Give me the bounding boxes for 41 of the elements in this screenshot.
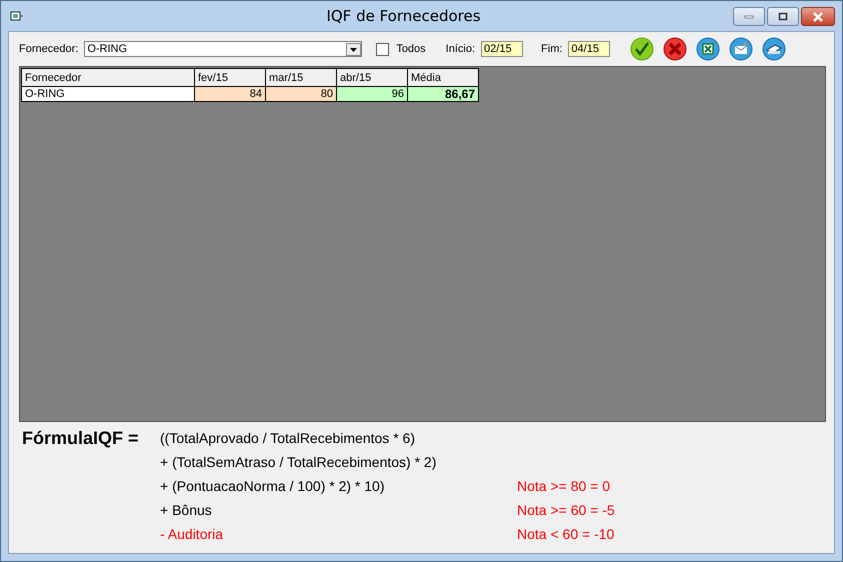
supplier-label: Fornecedor: xyxy=(19,43,78,55)
formula-line: ((TotalAprovado / TotalRecebimentos * 6) xyxy=(160,430,416,446)
all-checkbox[interactable] xyxy=(376,42,390,56)
grade-rule: Nota >= 80 = 0 xyxy=(517,478,612,494)
checkmark-button[interactable] xyxy=(630,37,654,61)
formula-line: + (TotalSemAtraso / TotalRecebimentos) * 2) xyxy=(160,454,438,470)
caret-icon xyxy=(346,42,362,56)
column-header[interactable]: Média xyxy=(408,68,478,86)
formula-line: + Bônus xyxy=(160,502,213,518)
formula-line: - Auditoria xyxy=(160,526,224,542)
close-icon xyxy=(812,12,824,22)
column-header[interactable]: fev/15 xyxy=(194,68,266,86)
envelope-button[interactable] xyxy=(729,37,754,61)
maximize-icon xyxy=(778,12,788,21)
table-cell: 86,67 xyxy=(408,86,478,102)
close-button[interactable] xyxy=(801,7,835,26)
supplier-dropdown[interactable]: O-RING xyxy=(84,41,362,57)
end-field[interactable]: 04/15 xyxy=(568,41,610,57)
grade-rule: Nota < 60 = -10 xyxy=(517,526,616,542)
app-icon xyxy=(10,10,24,22)
grade-rule: Nota >= 60 = -5 xyxy=(517,502,616,518)
spreadsheet-button[interactable] xyxy=(696,37,720,61)
all-label: Todos xyxy=(396,43,426,55)
end-label: Fim: xyxy=(541,43,562,55)
table-cell: 84 xyxy=(194,86,266,102)
formula-line: + (PontuacaoNorma / 100) * 2) * 10) xyxy=(160,478,386,494)
window-title: IQF de Fornecedores xyxy=(325,7,482,25)
table-cell: O-RING xyxy=(22,86,194,102)
start-field[interactable]: 02/15 xyxy=(481,41,524,57)
column-header[interactable]: abr/15 xyxy=(336,68,408,86)
minimize-icon xyxy=(744,14,754,18)
table-cell: 96 xyxy=(336,86,408,102)
table-cell: 80 xyxy=(266,86,336,102)
column-header[interactable]: mar/15 xyxy=(266,68,336,86)
minimize-button[interactable] xyxy=(733,7,765,26)
formula-label: FórmulaIQF = xyxy=(22,428,140,448)
start-label: Início: xyxy=(446,43,476,55)
maximize-button[interactable] xyxy=(767,7,799,26)
cancel-button[interactable] xyxy=(663,37,688,61)
printer-button[interactable] xyxy=(762,37,786,61)
column-header[interactable]: Fornecedor xyxy=(22,68,194,86)
